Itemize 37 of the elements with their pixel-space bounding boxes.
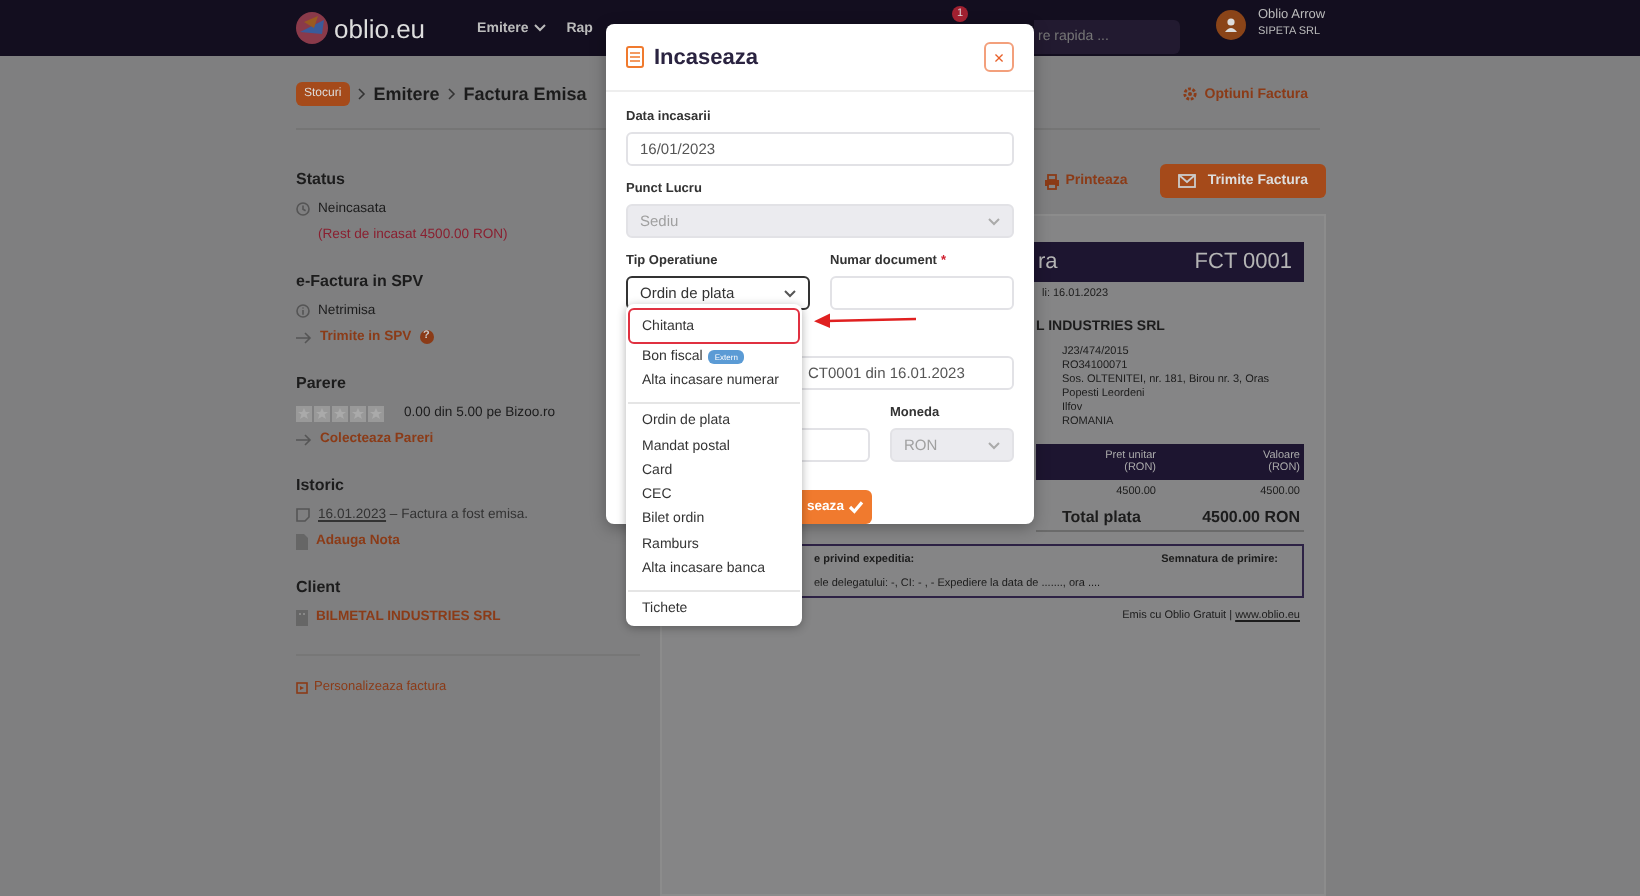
modal-title: Incaseaza — [654, 45, 758, 69]
invoice-number: FCT 0001 — [1194, 250, 1292, 274]
section-title: Client — [296, 578, 343, 596]
check-icon — [848, 500, 864, 514]
caret-icon — [988, 217, 1000, 225]
invoice-title: ra — [1038, 250, 1058, 274]
total-value: 4500.00 RON — [1202, 507, 1300, 525]
page-title: Factura Emisa — [463, 84, 587, 104]
document-icon — [296, 533, 308, 549]
arrow-icon — [296, 433, 312, 445]
section-title: Parere — [296, 374, 348, 392]
printer-icon — [1043, 173, 1060, 189]
caret-icon — [988, 441, 1000, 449]
arrow-annotation — [814, 312, 916, 328]
person-icon — [1224, 17, 1238, 31]
arrow-icon — [296, 331, 312, 343]
chevron-icon — [447, 88, 456, 100]
close-button[interactable]: × — [984, 42, 1014, 72]
breadcrumb-link[interactable]: Emitere — [373, 84, 440, 104]
clock-icon — [296, 202, 310, 216]
section-title: Istoric — [296, 476, 347, 494]
caret-icon — [534, 24, 547, 32]
note-icon — [296, 508, 310, 522]
logo-icon — [296, 12, 328, 44]
total-label: Total plata — [1062, 507, 1141, 525]
caret-icon — [784, 289, 796, 297]
info-icon — [296, 304, 310, 318]
mail-icon — [1177, 174, 1196, 188]
input-field[interactable] — [830, 276, 1014, 310]
chevron-icon — [357, 88, 366, 100]
logo-text: oblio.eu — [334, 13, 426, 43]
section-title: e-Factura in SPV — [296, 272, 426, 290]
customize-icon — [296, 681, 308, 693]
receipt-icon — [626, 46, 644, 68]
gear-icon — [1182, 86, 1199, 102]
user-avatar[interactable] — [1216, 9, 1246, 39]
building-icon — [296, 609, 308, 625]
